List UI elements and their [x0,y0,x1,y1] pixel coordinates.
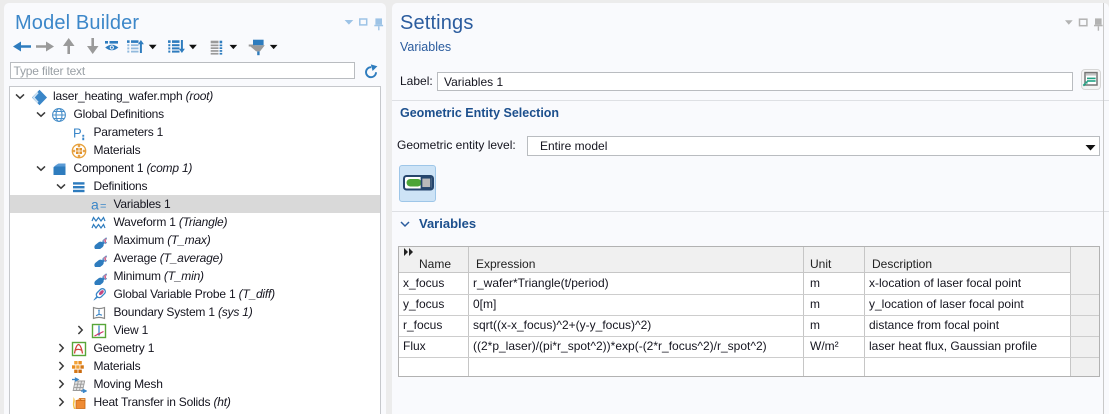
svg-text:=: = [100,201,106,213]
svg-text:P: P [73,126,81,141]
svg-text:a: a [91,197,99,213]
